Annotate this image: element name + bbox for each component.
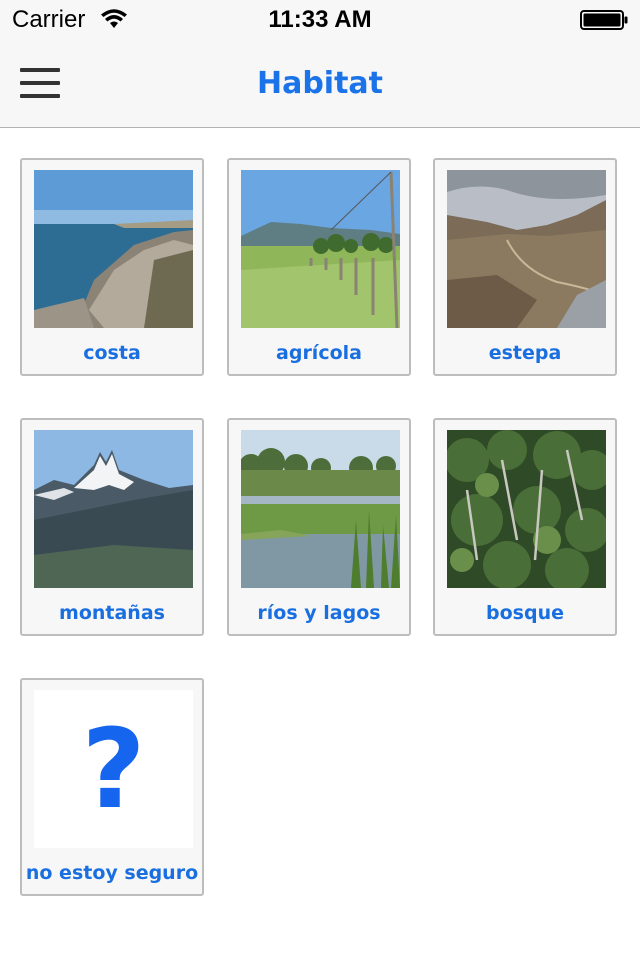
habitat-label: ríos y lagos xyxy=(257,602,381,624)
habitat-label: bosque xyxy=(486,602,564,624)
question-mark-icon: ? xyxy=(34,690,193,848)
clock: 11:33 AM xyxy=(268,6,372,33)
mountains-photo xyxy=(34,430,193,588)
forest-photo xyxy=(447,430,606,588)
habitat-card-rios-y-lagos[interactable]: ríos y lagos xyxy=(227,418,411,636)
habitat-label: no estoy seguro xyxy=(25,862,199,884)
habitat-label: costa xyxy=(83,342,141,364)
habitat-card-montanas[interactable]: montañas xyxy=(20,418,204,636)
farmland-photo xyxy=(241,170,400,328)
habitat-card-bosque[interactable]: bosque xyxy=(433,418,617,636)
status-bar: Carrier 11:33 AM xyxy=(0,0,640,40)
habitat-card-no-estoy-seguro[interactable]: ? no estoy seguro xyxy=(20,678,204,896)
habitat-card-agricola[interactable]: agrícola xyxy=(227,158,411,376)
question-mark-glyph: ? xyxy=(81,705,146,833)
habitat-label: agrícola xyxy=(276,342,362,364)
wetland-photo xyxy=(241,430,400,588)
coast-photo xyxy=(34,170,193,328)
habitat-card-costa[interactable]: costa xyxy=(20,158,204,376)
steppe-photo xyxy=(447,170,606,328)
page-title: Habitat xyxy=(256,66,384,101)
battery-icon xyxy=(580,10,628,30)
navigation-bar: Habitat xyxy=(0,40,640,128)
habitat-label: estepa xyxy=(488,342,562,364)
habitat-card-estepa[interactable]: estepa xyxy=(433,158,617,376)
habitat-label: montañas xyxy=(59,602,165,624)
